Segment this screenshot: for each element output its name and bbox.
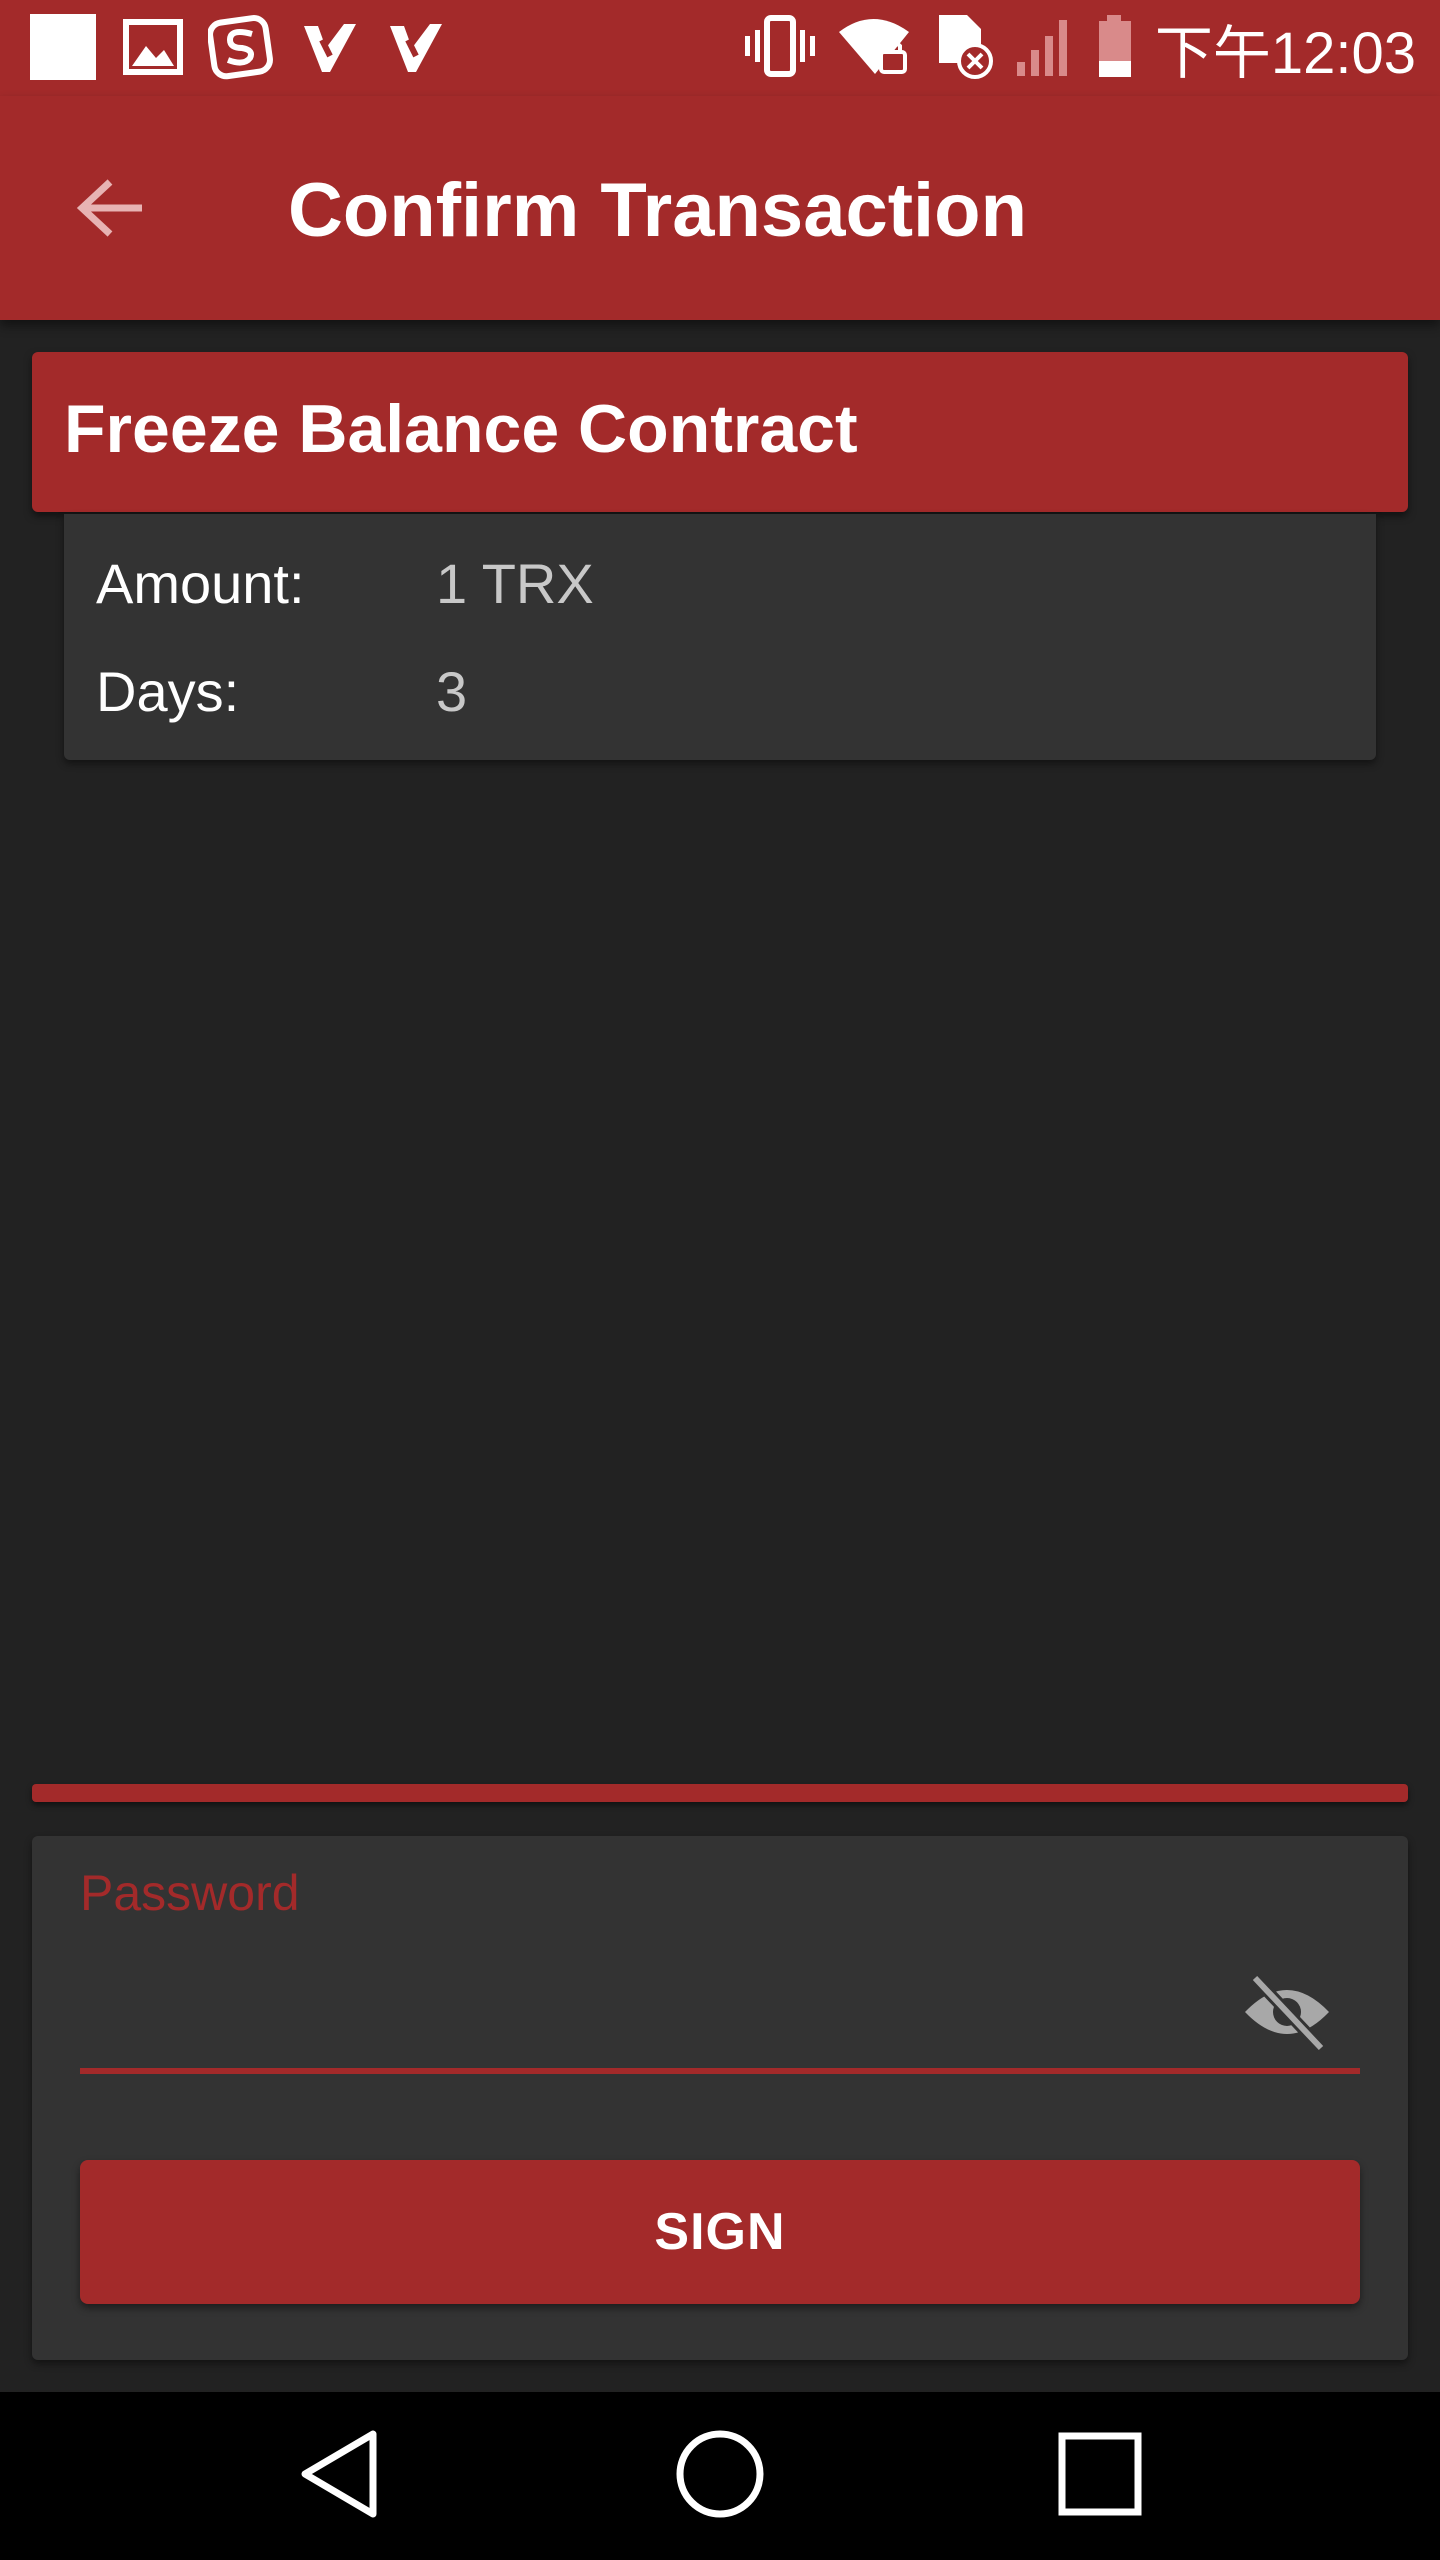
back-triangle-icon [295,2426,385,2527]
sogou-s-icon [207,14,274,85]
back-button[interactable] [60,160,160,260]
navigation-bar [0,2392,1440,2560]
check-app-icon [298,16,360,83]
check-app-icon [384,16,446,83]
status-bar-system: 下午12:03 [743,10,1416,86]
signal-bars-icon [1015,14,1075,83]
status-bar-notifications [28,12,446,87]
section-divider [32,1784,1408,1802]
nav-home-button[interactable] [660,2426,780,2526]
wifi-locked-icon [837,14,913,83]
contract-header: Freeze Balance Contract [32,352,1408,512]
sign-button[interactable]: SIGN [80,2160,1360,2304]
nav-back-button[interactable] [280,2426,400,2526]
notification-square-icon [28,12,98,87]
vibrate-icon [743,14,817,83]
detail-row-days: Days: 3 [96,656,467,726]
battery-low-icon [1095,13,1135,84]
contract-details: Amount: 1 TRX Days: 3 [64,514,1376,760]
password-label: Password [80,1865,300,1921]
password-field[interactable] [80,1946,1314,2044]
image-icon [122,16,184,83]
password-visibility-toggle[interactable] [1232,1964,1342,2064]
page-title: Confirm Transaction [288,168,1027,253]
app-bar: Confirm Transaction [0,96,1440,320]
eye-off-icon [1241,1972,1333,2057]
password-card: Password SIGN [32,1836,1408,2360]
days-label: Days: [96,659,240,723]
recents-square-icon [1052,2426,1148,2527]
status-time: 下午12:03 [1154,21,1416,86]
amount-value: 1 TRX [436,551,594,615]
sim-error-icon [933,11,995,86]
detail-row-amount: Amount: 1 TRX [96,548,594,618]
amount-label: Amount: [96,551,305,615]
home-circle-icon [672,2426,768,2527]
days-value: 3 [436,659,468,723]
nav-recents-button[interactable] [1040,2426,1160,2526]
status-bar: 下午12:03 [0,0,1440,96]
arrow-back-icon [74,176,146,245]
contract-title: Freeze Balance Contract [64,391,858,467]
password-underline [80,2068,1360,2074]
